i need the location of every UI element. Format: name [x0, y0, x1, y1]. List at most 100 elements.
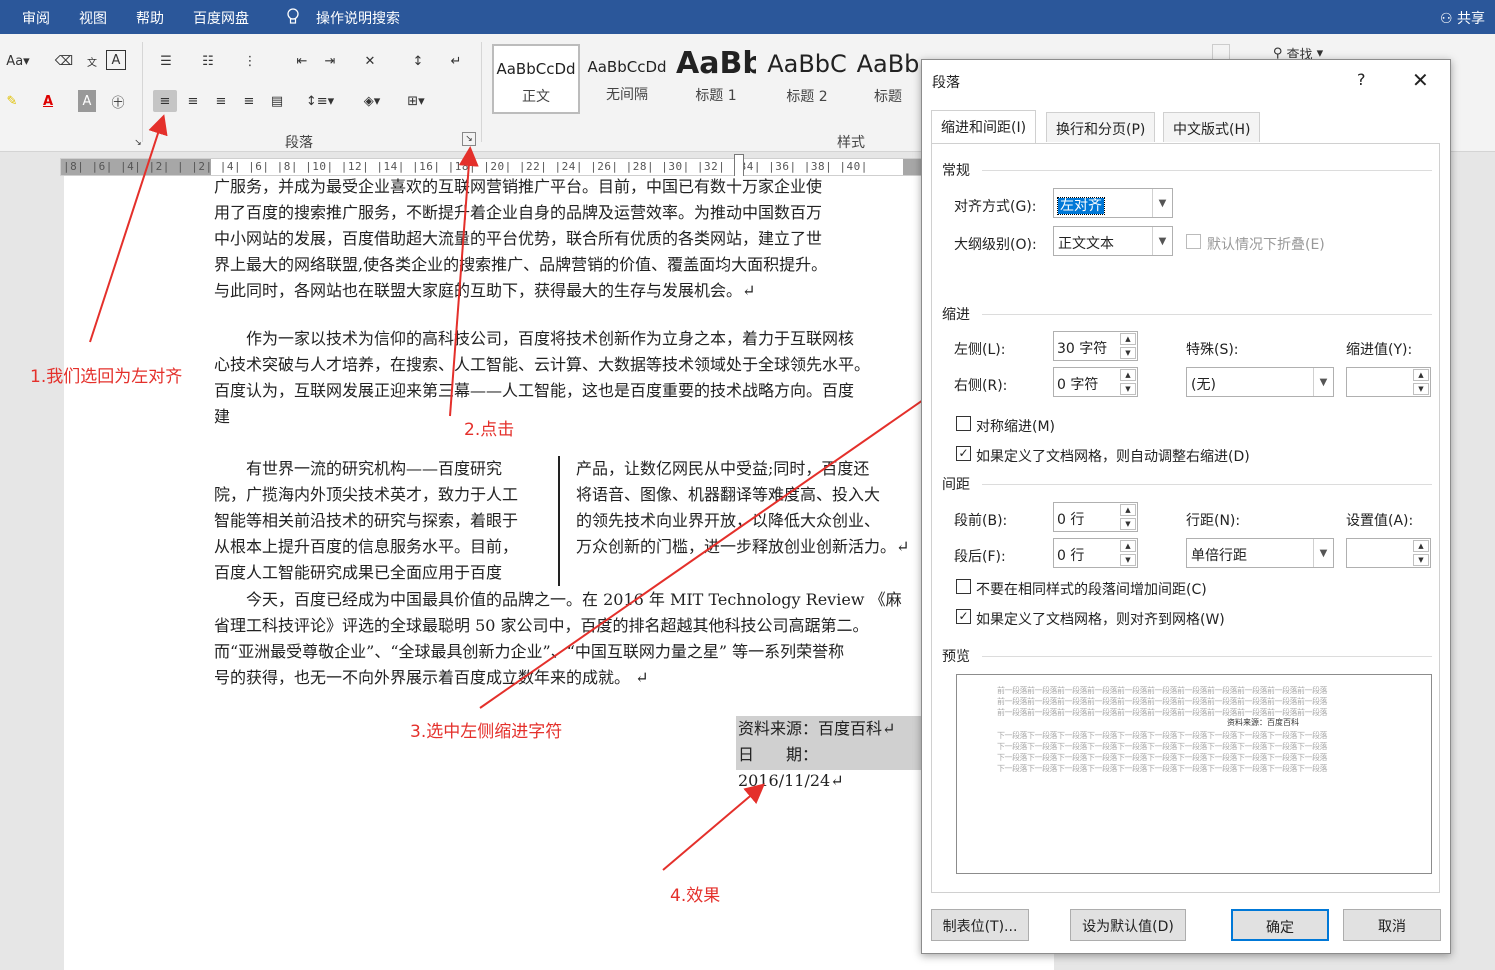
spacing-at-spinner[interactable]: ▲ ▼ — [1346, 538, 1431, 568]
no-space-same-style-checkbox[interactable] — [956, 579, 971, 594]
ok-button[interactable]: 确定 — [1231, 909, 1329, 941]
indent-by-label: 缩进值(Y): — [1346, 342, 1413, 358]
spin-down-icon[interactable]: ▼ — [1120, 383, 1136, 395]
section-divider — [982, 314, 1432, 315]
align-center-icon[interactable]: ≡ — [181, 90, 205, 112]
style-normal[interactable]: AaBbCcDd 正文 — [492, 44, 580, 114]
spin-down-icon[interactable]: ▼ — [1413, 554, 1429, 566]
spin-up-icon[interactable]: ▲ — [1413, 540, 1429, 552]
snap-to-grid-checkbox[interactable]: ✓ — [956, 609, 971, 624]
space-after-spinner[interactable]: 0 行 ▲ ▼ — [1053, 538, 1138, 568]
tab-view[interactable]: 视图 — [79, 8, 107, 28]
spin-up-icon[interactable]: ▲ — [1120, 369, 1136, 381]
preview-sample-text: 资料来源：百度百科 — [1227, 718, 1299, 727]
show-marks-icon[interactable]: ↵ — [444, 50, 468, 72]
align-right-icon[interactable]: ≡ — [209, 90, 233, 112]
ribbon-tab-bar: 审阅 视图 帮助 百度网盘 操作说明搜索 ⚇ 共享 — [0, 0, 1495, 34]
column-divider — [558, 456, 560, 586]
tell-me-search[interactable]: 操作说明搜索 — [316, 8, 400, 28]
outline-level-select[interactable]: 正文文本 ▼ — [1053, 226, 1173, 256]
column-right[interactable]: 产品，让数亿网民从中受益;同时，百度还 将语音、图像、机器翻译等难度高、投入大 … — [576, 456, 916, 560]
distributed-icon[interactable]: ▤ — [265, 90, 289, 112]
justify-icon[interactable]: ≡ — [237, 90, 261, 112]
auto-right-indent-label: 如果定义了文档网格，则自动调整右缩进(D) — [976, 449, 1250, 465]
font-dialog-launcher-icon[interactable]: ↘ — [126, 132, 150, 154]
alignment-label: 对齐方式(G): — [954, 199, 1037, 215]
special-indent-select[interactable]: (无) ▼ — [1186, 367, 1334, 397]
ruler-margin-right — [903, 159, 921, 175]
ruler-numbers: |8| |6| |4| |2| | |2| |4| |6| |8| |10| |… — [63, 160, 868, 173]
line-spacing-icon[interactable]: ↕≡▾ — [302, 90, 338, 112]
cancel-button[interactable]: 取消 — [1343, 909, 1441, 941]
phonetic-guide-icon[interactable]: 文 — [80, 50, 104, 72]
person-icon: ⚇ — [1439, 11, 1453, 27]
enclose-char-icon[interactable]: ㊉ — [106, 90, 130, 112]
paragraph-3[interactable]: 今天，百度已经成为中国最具价值的品牌之一。在 2016 年 MIT Techno… — [214, 587, 914, 691]
spin-down-icon[interactable]: ▼ — [1120, 518, 1136, 530]
spin-down-icon[interactable]: ▼ — [1120, 347, 1136, 359]
close-icon[interactable]: ✕ — [1412, 68, 1429, 92]
paragraph-1[interactable]: 广服务，并成为最受企业喜欢的互联网营销推广平台。目前，中国已有数十万家企业使 用… — [214, 174, 914, 304]
spin-down-icon[interactable]: ▼ — [1120, 554, 1136, 566]
style-no-spacing[interactable]: AaBbCcDd 无间隔 — [584, 44, 670, 114]
dialog-title: 段落 — [932, 75, 960, 91]
no-space-same-style-label: 不要在相同样式的段落间增加间距(C) — [976, 582, 1207, 598]
spin-up-icon[interactable]: ▲ — [1120, 333, 1136, 345]
dialog-panel: 常规 对齐方式(G): 左对齐 ▼ 大纲级别(O): 正文文本 ▼ 默认情况下折… — [931, 143, 1440, 893]
right-indent-spinner[interactable]: 0 字符 ▲ ▼ — [1053, 367, 1138, 397]
chinese-layout-icon[interactable]: ✕ — [358, 50, 382, 72]
style-heading-2[interactable]: AaBbC 标题 2 — [764, 44, 850, 114]
style-heading-1[interactable]: AaBb 标题 1 — [676, 44, 756, 114]
ribbon-separator — [481, 42, 482, 142]
document-page[interactable]: 广服务，并成为最受企业喜欢的互联网营销推广平台。目前，中国已有数十万家企业使 用… — [64, 176, 1054, 970]
shading-icon[interactable]: ◈▾ — [354, 90, 390, 112]
char-shading-icon[interactable]: A — [78, 90, 96, 112]
preview-section-title: 预览 — [942, 649, 970, 665]
left-indent-label: 左侧(L): — [954, 342, 1006, 358]
column-left[interactable]: 有世界一流的研究机构——百度研究 院，广揽海内外顶尖技术英才，致力于人工 智能等… — [214, 456, 544, 586]
font-color-icon[interactable]: A — [36, 90, 60, 112]
mirror-indent-checkbox[interactable] — [956, 416, 971, 431]
paragraph-dialog-launcher-icon[interactable]: ↘ — [462, 132, 476, 146]
set-default-button[interactable]: 设为默认值(D) — [1070, 909, 1186, 941]
spin-up-icon[interactable]: ▲ — [1413, 369, 1429, 381]
auto-right-indent-checkbox[interactable]: ✓ — [956, 446, 971, 461]
collapse-checkbox[interactable] — [1186, 234, 1201, 249]
decrease-indent-icon[interactable]: ⇤ — [290, 50, 314, 72]
tab-line-page-breaks[interactable]: 换行和分页(P) — [1046, 112, 1156, 142]
tab-review[interactable]: 审阅 — [22, 8, 50, 28]
alignment-select[interactable]: 左对齐 ▼ — [1053, 188, 1173, 218]
increase-indent-icon[interactable]: ⇥ — [318, 50, 342, 72]
style-title[interactable]: AaBb 标题 — [856, 44, 920, 114]
spin-up-icon[interactable]: ▲ — [1120, 504, 1136, 516]
highlight-icon[interactable]: ✎ — [0, 90, 24, 112]
annotation-1: 1.我们选回为左对齐 — [30, 367, 183, 387]
tab-indents-spacing[interactable]: 缩进和间距(I) — [931, 110, 1037, 144]
align-left-icon[interactable]: ≡ — [153, 90, 177, 112]
spin-down-icon[interactable]: ▼ — [1413, 383, 1429, 395]
line-spacing-select[interactable]: 单倍行距 ▼ — [1186, 538, 1334, 568]
right-indent-label: 右侧(R): — [954, 378, 1008, 394]
help-button[interactable]: ? — [1357, 70, 1366, 89]
multilevel-list-icon[interactable]: ⋮ — [238, 50, 262, 72]
paragraph-2[interactable]: 作为一家以技术为信仰的高科技公司，百度将技术创新作为立身之本，着力于互联网核 心… — [214, 326, 914, 430]
space-before-spinner[interactable]: 0 行 ▲ ▼ — [1053, 502, 1138, 532]
tab-baidu-pan[interactable]: 百度网盘 — [193, 8, 249, 28]
source-block-selected[interactable]: 资料来源：百度百科↵ 日 期：2016/11/24↵ — [736, 716, 922, 790]
tab-asian-typography[interactable]: 中文版式(H) — [1163, 112, 1261, 142]
tabs-button[interactable]: 制表位(T)... — [931, 909, 1029, 941]
clear-format-icon[interactable]: ⌫ — [52, 50, 76, 72]
chevron-down-icon: ▼ — [1313, 539, 1333, 567]
spin-up-icon[interactable]: ▲ — [1120, 540, 1136, 552]
chevron-down-icon: ▼ — [1152, 189, 1172, 217]
sort-icon[interactable]: ↕ — [406, 50, 430, 72]
indent-by-spinner[interactable]: ▲ ▼ — [1346, 367, 1431, 397]
bullets-icon[interactable]: ☰ — [154, 50, 178, 72]
change-case-button[interactable]: Aa ▾ — [2, 50, 34, 72]
tab-help[interactable]: 帮助 — [136, 8, 164, 28]
share-button[interactable]: ⚇ 共享 — [1440, 8, 1485, 28]
char-border-icon[interactable]: A — [106, 50, 126, 70]
left-indent-spinner[interactable]: 30 字符 ▲ ▼ — [1053, 331, 1138, 361]
numbering-icon[interactable]: ☷ — [196, 50, 220, 72]
borders-icon[interactable]: ⊞▾ — [398, 90, 434, 112]
